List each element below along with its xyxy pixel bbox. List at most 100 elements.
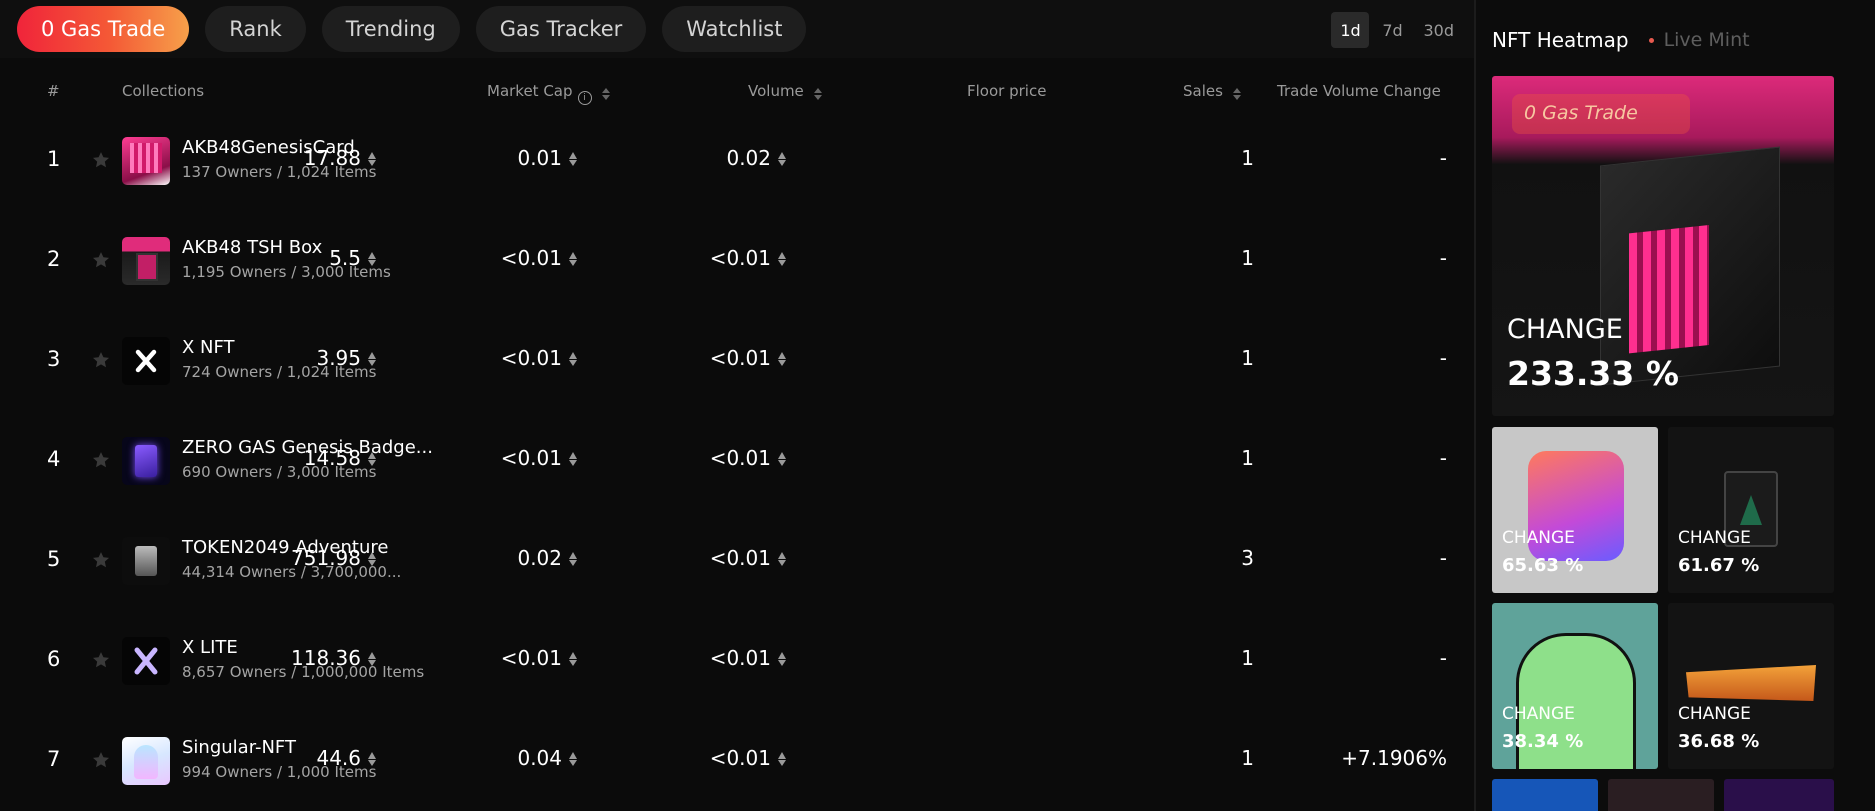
time-range-selector: 1d 7d 30d	[1331, 12, 1462, 48]
eth-icon	[368, 652, 376, 666]
heatmap-tile[interactable]: CHANGE 61.67 %	[1668, 427, 1834, 593]
floor-price-text: <0.01	[709, 346, 771, 370]
eth-icon	[778, 452, 786, 466]
row-rank: 7	[47, 747, 61, 771]
star-icon[interactable]	[91, 750, 111, 770]
collection-name[interactable]: X LITE	[182, 637, 238, 658]
eth-icon	[778, 652, 786, 666]
tab-gas-tracker[interactable]: Gas Tracker	[475, 6, 647, 52]
trade-volume-change: -	[1439, 646, 1447, 670]
collection-thumbnail	[122, 737, 170, 785]
market-cap-value: 3.95	[316, 346, 376, 370]
collection-name[interactable]: AKB48 TSH Box	[182, 237, 322, 258]
sort-icon[interactable]	[601, 88, 610, 100]
heatmap-tile[interactable]	[1608, 779, 1714, 811]
collection-thumbnail	[122, 537, 170, 585]
nft-heatmap-panel: NFT Heatmap Live Mint 0 Gas Trade CHANGE…	[1476, 0, 1875, 811]
tile-change-label: CHANGE	[1502, 704, 1575, 724]
eth-icon	[569, 452, 577, 466]
header-market-cap[interactable]: Market Cap i	[487, 82, 610, 105]
sales-value: 3	[1241, 546, 1254, 570]
header-rank: #	[47, 82, 60, 100]
collection-thumbnail	[122, 237, 170, 285]
sort-icon[interactable]	[813, 88, 822, 100]
table-row[interactable]: 5 TOKEN2049 Adventure 44,314 Owners / 3,…	[0, 510, 1474, 610]
row-rank: 5	[47, 547, 61, 571]
app-root: 0 Gas Trade Rank Trending Gas Tracker Wa…	[0, 0, 1875, 811]
floor-price-value: <0.01	[710, 346, 786, 370]
heatmap-tile-featured[interactable]: 0 Gas Trade CHANGE 233.33 %	[1492, 76, 1834, 416]
heatmap-tile[interactable]	[1492, 779, 1598, 811]
star-icon[interactable]	[91, 550, 111, 570]
floor-price-text: <0.01	[709, 546, 771, 570]
table-row[interactable]: 6 X LITE 8,657 Owners / 1,000,000 Items …	[0, 610, 1474, 710]
star-icon[interactable]	[91, 350, 111, 370]
eth-icon	[569, 752, 577, 766]
collection-name[interactable]: Singular-NFT	[182, 737, 296, 758]
table-row[interactable]: 1 AKB48GenesisCard 137 Owners / 1,024 It…	[0, 110, 1474, 210]
heatmap-tile[interactable]	[1724, 779, 1834, 811]
eth-icon	[368, 252, 376, 266]
tile-change-value: 65.63 %	[1502, 555, 1584, 576]
tile-change-value: 61.67 %	[1678, 555, 1760, 576]
table-header: # Collections Market Cap i Volume Floor p…	[0, 78, 1474, 105]
row-rank: 6	[47, 647, 61, 671]
volume-text: <0.01	[500, 446, 562, 470]
volume-value: 0.02	[517, 546, 577, 570]
floor-price-text: <0.01	[709, 746, 771, 770]
tile-change-value: 233.33 %	[1507, 354, 1679, 393]
sort-icon[interactable]	[1232, 88, 1241, 100]
tab-0-gas-trade[interactable]: 0 Gas Trade	[17, 6, 190, 52]
tile-change-label: CHANGE	[1678, 704, 1751, 724]
header-volume[interactable]: Volume	[748, 82, 822, 100]
eth-icon	[569, 252, 577, 266]
volume-text: <0.01	[500, 646, 562, 670]
market-cap-value: 118.36	[291, 646, 376, 670]
star-icon[interactable]	[91, 650, 111, 670]
star-icon[interactable]	[91, 250, 111, 270]
table-row[interactable]: 3 X NFT 724 Owners / 1,024 Items 3.95 <0…	[0, 310, 1474, 410]
row-rank: 4	[47, 447, 61, 471]
tab-trending[interactable]: Trending	[321, 6, 460, 52]
collection-name[interactable]: X NFT	[182, 337, 235, 358]
live-mint-link[interactable]: Live Mint	[1664, 29, 1750, 51]
mystery-box-image	[1600, 146, 1780, 386]
sales-value: 1	[1241, 446, 1254, 470]
range-7d[interactable]: 7d	[1373, 12, 1411, 48]
market-cap-text: 751.98	[291, 546, 361, 570]
heatmap-title[interactable]: NFT Heatmap	[1492, 28, 1629, 52]
volume-text: <0.01	[500, 346, 562, 370]
market-cap-text: 17.88	[303, 146, 361, 170]
eth-icon	[778, 552, 786, 566]
x-logo-icon	[135, 349, 157, 373]
tile-change-value: 36.68 %	[1678, 731, 1760, 752]
header-sales[interactable]: Sales	[1183, 82, 1241, 100]
tab-watchlist[interactable]: Watchlist	[662, 6, 807, 52]
volume-value: <0.01	[501, 646, 577, 670]
table-row[interactable]: 2 AKB48 TSH Box 1,195 Owners / 3,000 Ite…	[0, 210, 1474, 310]
eth-icon	[368, 352, 376, 366]
floor-price-text: 0.02	[726, 146, 771, 170]
heatmap-tile[interactable]: CHANGE 36.68 %	[1668, 603, 1834, 769]
star-icon[interactable]	[91, 150, 111, 170]
row-rank: 3	[47, 347, 61, 371]
heatmap-tile[interactable]: CHANGE 38.34 %	[1492, 603, 1658, 769]
tile-change-label: CHANGE	[1502, 528, 1575, 548]
range-1d[interactable]: 1d	[1331, 12, 1370, 48]
eth-icon	[368, 552, 376, 566]
table-row[interactable]: 4 ZERO GAS Genesis Badge... 690 Owners /…	[0, 410, 1474, 510]
heatmap-tile[interactable]: CHANGE 65.63 %	[1492, 427, 1658, 593]
volume-value: 0.04	[517, 746, 577, 770]
info-icon[interactable]: i	[577, 91, 592, 105]
header-trade-volume-change: Trade Volume Change	[1277, 82, 1441, 100]
range-30d[interactable]: 30d	[1415, 12, 1462, 48]
collection-thumbnail	[122, 337, 170, 385]
eth-icon	[368, 152, 376, 166]
star-icon[interactable]	[91, 450, 111, 470]
tab-rank[interactable]: Rank	[205, 6, 306, 52]
market-cap-value: 17.88	[304, 146, 376, 170]
table-row[interactable]: 7 Singular-NFT 994 Owners / 1,000 Items …	[0, 710, 1474, 810]
collection-thumbnail	[122, 437, 170, 485]
market-cap-value: 751.98	[291, 546, 376, 570]
tile-change-label: CHANGE	[1678, 528, 1751, 548]
